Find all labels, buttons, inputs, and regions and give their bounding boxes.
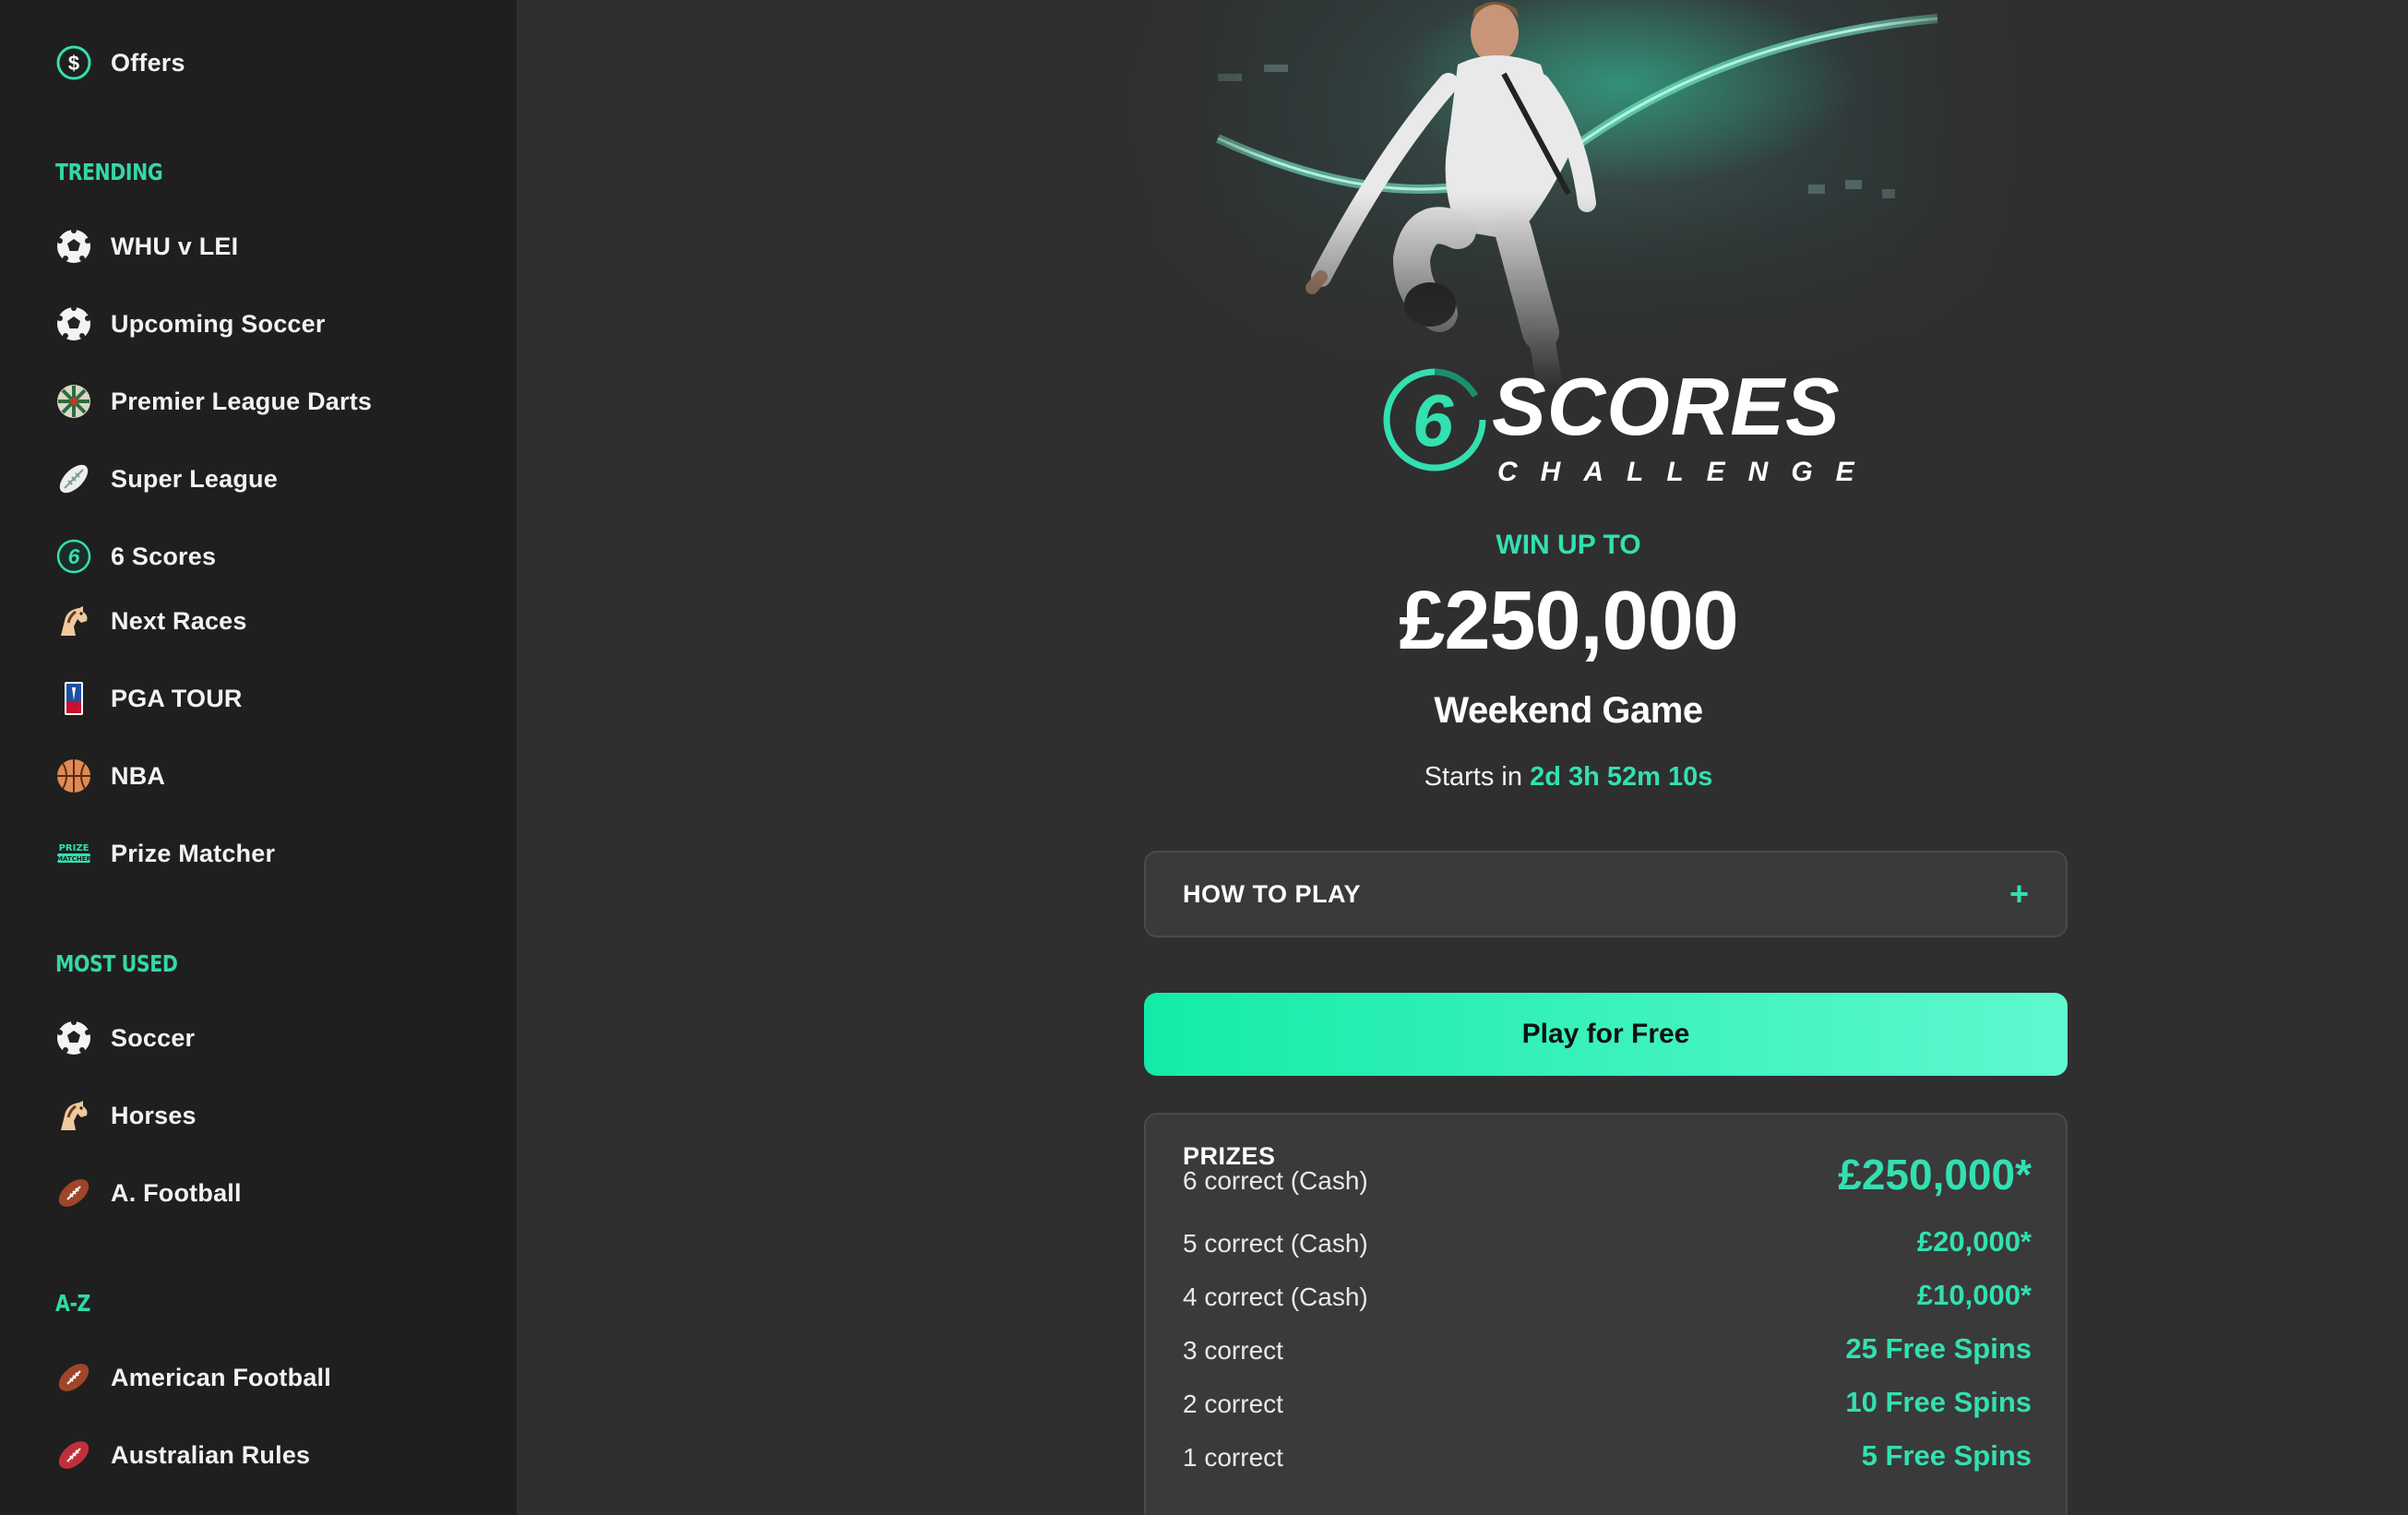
sidebar-item-super-league[interactable]: Super League	[54, 449, 278, 508]
sidebar-item-6-scores[interactable]: 6 6 Scores	[54, 527, 216, 586]
prize-value: £10,000*	[1916, 1279, 2032, 1311]
starts-in-prefix: Starts in	[1424, 762, 1522, 792]
sidebar-item-label: 6 Scores	[111, 542, 217, 570]
prize-row: 1 correct 5 Free Spins	[1183, 1434, 2032, 1480]
sidebar-item-soccer[interactable]: Soccer	[54, 1008, 195, 1068]
sidebar: $ Offers TRENDING WHU v LEI Upcoming Soc…	[0, 0, 517, 1515]
sidebar-item-next-races[interactable]: Next Races	[54, 591, 247, 650]
sidebar-item-label: Upcoming Soccer	[111, 309, 326, 338]
pga-tour-icon	[54, 678, 94, 719]
sidebar-item-label: Next Races	[111, 606, 247, 635]
play-for-free-button[interactable]: Play for Free	[1144, 993, 2068, 1076]
sidebar-item-label: Offers	[111, 48, 185, 77]
horse-head-icon	[54, 1095, 94, 1136]
sidebar-item-label: American Football	[111, 1363, 331, 1391]
hero-fade-overlay	[1107, 0, 2030, 388]
prize-label: 6 correct (Cash)	[1183, 1166, 1368, 1195]
american-football-icon	[54, 1357, 94, 1398]
sidebar-item-prize-matcher[interactable]: PRIZE MATCHER Prize Matcher	[54, 824, 275, 883]
sidebar-item-label: Prize Matcher	[111, 839, 276, 867]
prize-row: 6 correct (Cash) £250,000*	[1183, 1151, 2032, 1203]
sidebar-item-label: PGA TOUR	[111, 684, 243, 712]
sidebar-item-premier-league-darts[interactable]: Premier League Darts	[54, 372, 372, 431]
prize-value: 5 Free Spins	[1861, 1439, 2032, 1472]
six-scores-icon: 6	[54, 536, 94, 577]
section-heading-most-used: MOST USED	[55, 950, 178, 977]
prize-row: 2 correct 10 Free Spins	[1183, 1380, 2032, 1426]
sidebar-item-label: NBA	[111, 761, 166, 790]
sidebar-item-australian-rules[interactable]: Australian Rules	[54, 1426, 310, 1485]
sidebar-item-label: Horses	[111, 1101, 197, 1129]
rugby-ball-icon	[54, 459, 94, 499]
prize-row: 3 correct 25 Free Spins	[1183, 1327, 2032, 1373]
sidebar-item-horses[interactable]: Horses	[54, 1086, 197, 1145]
starts-in-text: Starts in 2d 3h 52m 10s	[1107, 762, 2030, 793]
how-to-play-label: HOW TO PLAY	[1183, 879, 1362, 908]
prize-value: £20,000*	[1916, 1225, 2032, 1258]
six-scores-badge-icon: 6	[1383, 368, 1486, 471]
sidebar-item-whu-v-lei[interactable]: WHU v LEI	[54, 217, 238, 276]
sidebar-item-a-football[interactable]: A. Football	[54, 1163, 242, 1223]
section-heading-a-z: A-Z	[55, 1290, 91, 1317]
logo-subtitle: CHALLENGE	[1497, 457, 1878, 487]
prize-label: 1 correct	[1183, 1443, 1283, 1472]
dollar-circle-icon: $	[54, 42, 94, 83]
dartboard-icon	[54, 381, 94, 422]
sidebar-item-label: Australian Rules	[111, 1440, 311, 1469]
main-content: 6 SCORES CHALLENGE WIN UP TO £250,000 We…	[517, 0, 2408, 1515]
basketball-icon	[54, 756, 94, 796]
six-scores-challenge-logo: 6 SCORES CHALLENGE	[1379, 364, 1859, 503]
logo-word: SCORES	[1492, 361, 1841, 452]
sidebar-item-label: Premier League Darts	[111, 387, 373, 415]
soccer-ball-icon	[54, 226, 94, 267]
prize-label: 3 correct	[1183, 1336, 1283, 1365]
game-name: Weekend Game	[1434, 690, 1703, 731]
svg-text:$: $	[68, 52, 79, 75]
logo-numeral: 6	[1413, 379, 1454, 461]
plus-icon[interactable]: +	[2009, 877, 2029, 911]
prize-row: 4 correct (Cash) £10,000*	[1183, 1273, 2032, 1319]
prize-value: 25 Free Spins	[1845, 1332, 2032, 1365]
svg-text:MATCHER: MATCHER	[56, 855, 91, 863]
hero-image	[1107, 0, 2030, 388]
section-heading-trending: TRENDING	[55, 159, 163, 185]
sidebar-item-nba[interactable]: NBA	[54, 746, 165, 805]
prize-label: 5 correct (Cash)	[1183, 1229, 1368, 1258]
svg-text:PRIZE: PRIZE	[59, 843, 89, 853]
prize-label: 4 correct (Cash)	[1183, 1282, 1368, 1311]
soccer-ball-icon	[54, 304, 94, 344]
sidebar-item-offers[interactable]: $ Offers	[54, 33, 185, 92]
sidebar-item-american-football[interactable]: American Football	[54, 1348, 331, 1407]
prize-label: 2 correct	[1183, 1390, 1283, 1418]
app-root: $ Offers TRENDING WHU v LEI Upcoming Soc…	[0, 0, 2408, 1515]
countdown-timer: 2d 3h 52m 10s	[1530, 762, 1713, 792]
sidebar-item-label: WHU v LEI	[111, 232, 239, 260]
prize-row: 5 correct (Cash) £20,000*	[1183, 1220, 2032, 1266]
how-to-play-accordion[interactable]: HOW TO PLAY +	[1144, 851, 2068, 937]
sidebar-item-label: A. Football	[111, 1178, 242, 1207]
sidebar-item-label: Super League	[111, 464, 278, 493]
aussie-rules-ball-icon	[54, 1435, 94, 1475]
win-up-to-label: WIN UP TO	[1496, 530, 1641, 560]
soccer-ball-icon	[54, 1018, 94, 1058]
prize-matcher-icon: PRIZE MATCHER	[54, 833, 94, 874]
sidebar-item-pga-tour[interactable]: PGA TOUR	[54, 669, 243, 728]
american-football-icon	[54, 1173, 94, 1213]
prizes-card: PRIZES 6 correct (Cash) £250,000* 5 corr…	[1144, 1113, 2068, 1515]
svg-text:6: 6	[68, 544, 80, 568]
jackpot-amount: £250,000	[1399, 575, 1738, 667]
sidebar-item-label: Soccer	[111, 1023, 196, 1052]
prize-value: 10 Free Spins	[1845, 1386, 2032, 1418]
horse-head-icon	[54, 601, 94, 641]
prize-value: £250,000*	[1838, 1151, 2032, 1199]
sidebar-item-upcoming-soccer[interactable]: Upcoming Soccer	[54, 294, 326, 353]
